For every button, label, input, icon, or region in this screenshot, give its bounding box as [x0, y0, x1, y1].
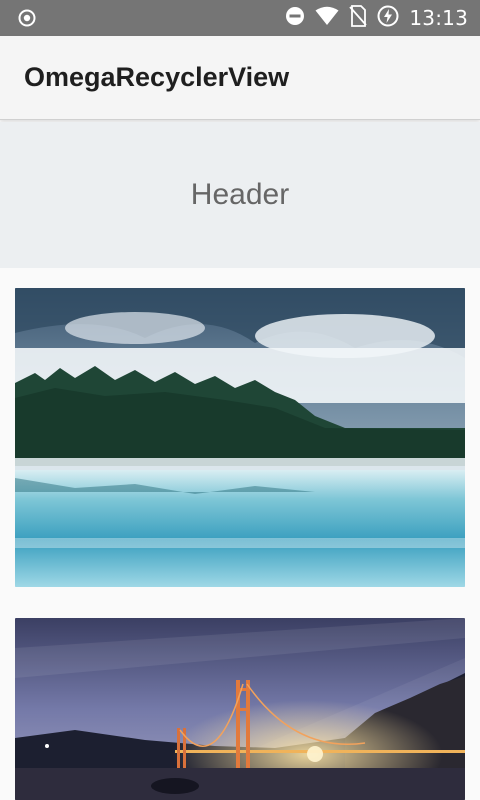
list-item[interactable]: [15, 288, 465, 587]
wifi-icon: [315, 6, 339, 30]
golden-gate-bridge-night-photo: [15, 618, 465, 800]
list-item[interactable]: [15, 618, 465, 800]
app-bar: OmegaRecyclerView: [0, 36, 480, 120]
recycler-header: Header: [0, 122, 480, 268]
do-not-disturb-icon: [285, 6, 305, 30]
notification-icon: [18, 9, 36, 27]
status-time: 13:13: [409, 6, 468, 30]
header-label: Header: [190, 178, 290, 211]
no-sim-icon: [349, 5, 368, 31]
app-title: OmegaRecyclerView: [24, 62, 290, 92]
battery-charging-icon: [377, 5, 399, 31]
misty-lake-forest-photo: [15, 288, 465, 587]
status-bar: 13:13: [0, 0, 480, 36]
